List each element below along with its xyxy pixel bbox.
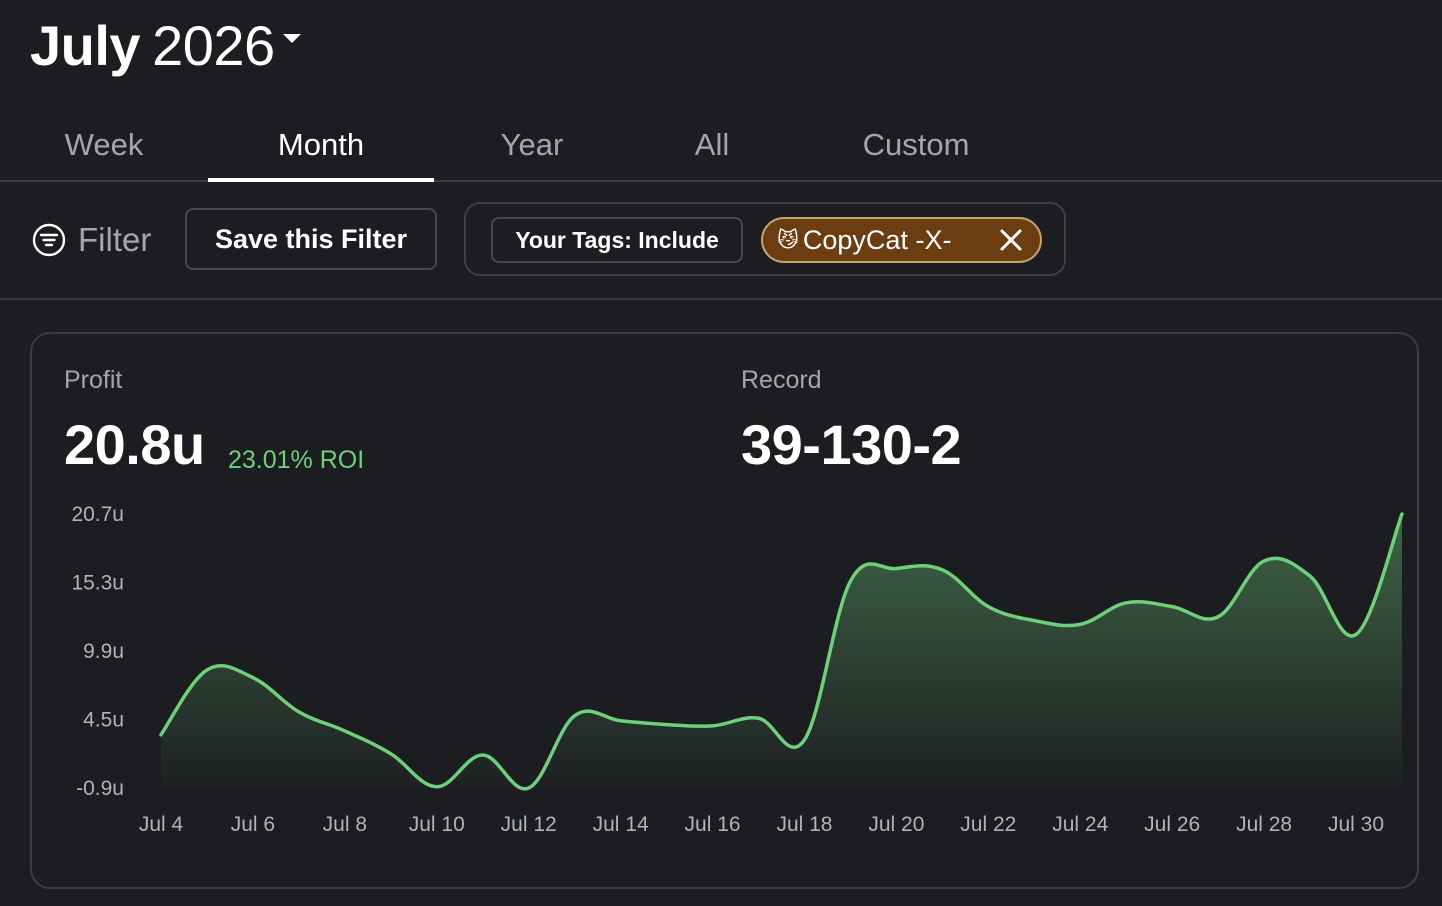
y-tick-label: 20.7u (71, 503, 124, 526)
x-tick-label: Jul 6 (231, 813, 275, 836)
tab-year[interactable]: Year (434, 110, 630, 180)
caret-down-icon[interactable] (282, 33, 301, 43)
profit-area (161, 514, 1402, 789)
tab-all[interactable]: All (630, 110, 794, 180)
x-axis-labels: Jul 4 Jul 6 Jul 8 Jul 10 Jul 12 Jul 14 Jul 16 J… (139, 813, 1384, 836)
x-tick-label: Jul 12 (501, 813, 557, 836)
profit-chart: 20.7u15.3u9.9u4.5u-0.9u Jul 4 Jul 6 Jul 8J… (71, 503, 1404, 836)
x-tick-label: Jul 22 (960, 813, 1016, 836)
x-tick-label: Jul 26 (1144, 813, 1200, 836)
y-tick-label: 4.5u (83, 709, 124, 732)
close-icon[interactable] (998, 227, 1024, 253)
x-tick-label: Jul 24 (1052, 813, 1108, 836)
x-tick-label: Jul 28 (1236, 813, 1292, 836)
tag-chip-copycat[interactable]: 😼 CopyCat -X- (761, 217, 1042, 263)
filter-button[interactable]: Filter (32, 219, 151, 261)
title-year: 2026 (152, 13, 275, 77)
tab-month[interactable]: Month (208, 110, 434, 182)
tab-custom[interactable]: Custom (794, 110, 1038, 180)
title-month: July (30, 13, 141, 77)
y-axis-labels: 20.7u 15.3u 9.9u 4.5u -0.9u (71, 503, 124, 800)
tag-chip-label: CopyCat -X- (802, 224, 952, 255)
tab-label: Custom (862, 127, 970, 162)
x-tick-label: Jul 8 (323, 813, 367, 836)
x-tick-label: Jul 14 (593, 813, 649, 836)
period-tabs: Week Month Year All Custom (0, 110, 1442, 182)
tab-week[interactable]: Week (0, 110, 208, 180)
period-selector[interactable]: July 2026 (30, 12, 301, 78)
filter-icon (32, 223, 66, 257)
tab-label: All (694, 127, 730, 162)
x-tick-label: Jul 20 (868, 813, 924, 836)
active-filters: Your Tags: Include 😼 CopyCat -X- (464, 202, 1066, 276)
x-tick-label: Jul 4 (139, 813, 184, 836)
filter-label: Filter (78, 221, 152, 258)
tag-include-selector[interactable]: Your Tags: Include (491, 217, 743, 263)
y-tick-label: -0.9u (76, 777, 124, 800)
page-title: July 2026 (30, 13, 275, 78)
x-tick-label: Jul 10 (409, 813, 465, 836)
y-tick-label: 9.9u (83, 640, 124, 663)
cat-emoji-icon: 😼 (777, 228, 799, 252)
x-tick-label: Jul 18 (776, 813, 832, 836)
x-tick-label: Jul 16 (685, 813, 741, 836)
x-tick-label: Jul 30 (1328, 813, 1384, 836)
stats-card: Profit 20.8u 23.01% ROI Record 39-130-2 … (30, 332, 1419, 889)
y-tick-label: 15.3u (71, 572, 124, 595)
tab-label: Year (500, 127, 564, 162)
save-filter-button[interactable]: Save this Filter (185, 208, 437, 270)
tab-label: Month (277, 127, 365, 162)
tab-label: Week (64, 127, 144, 162)
filter-bar: Filter Save this Filter Your Tags: Inclu… (0, 182, 1442, 300)
